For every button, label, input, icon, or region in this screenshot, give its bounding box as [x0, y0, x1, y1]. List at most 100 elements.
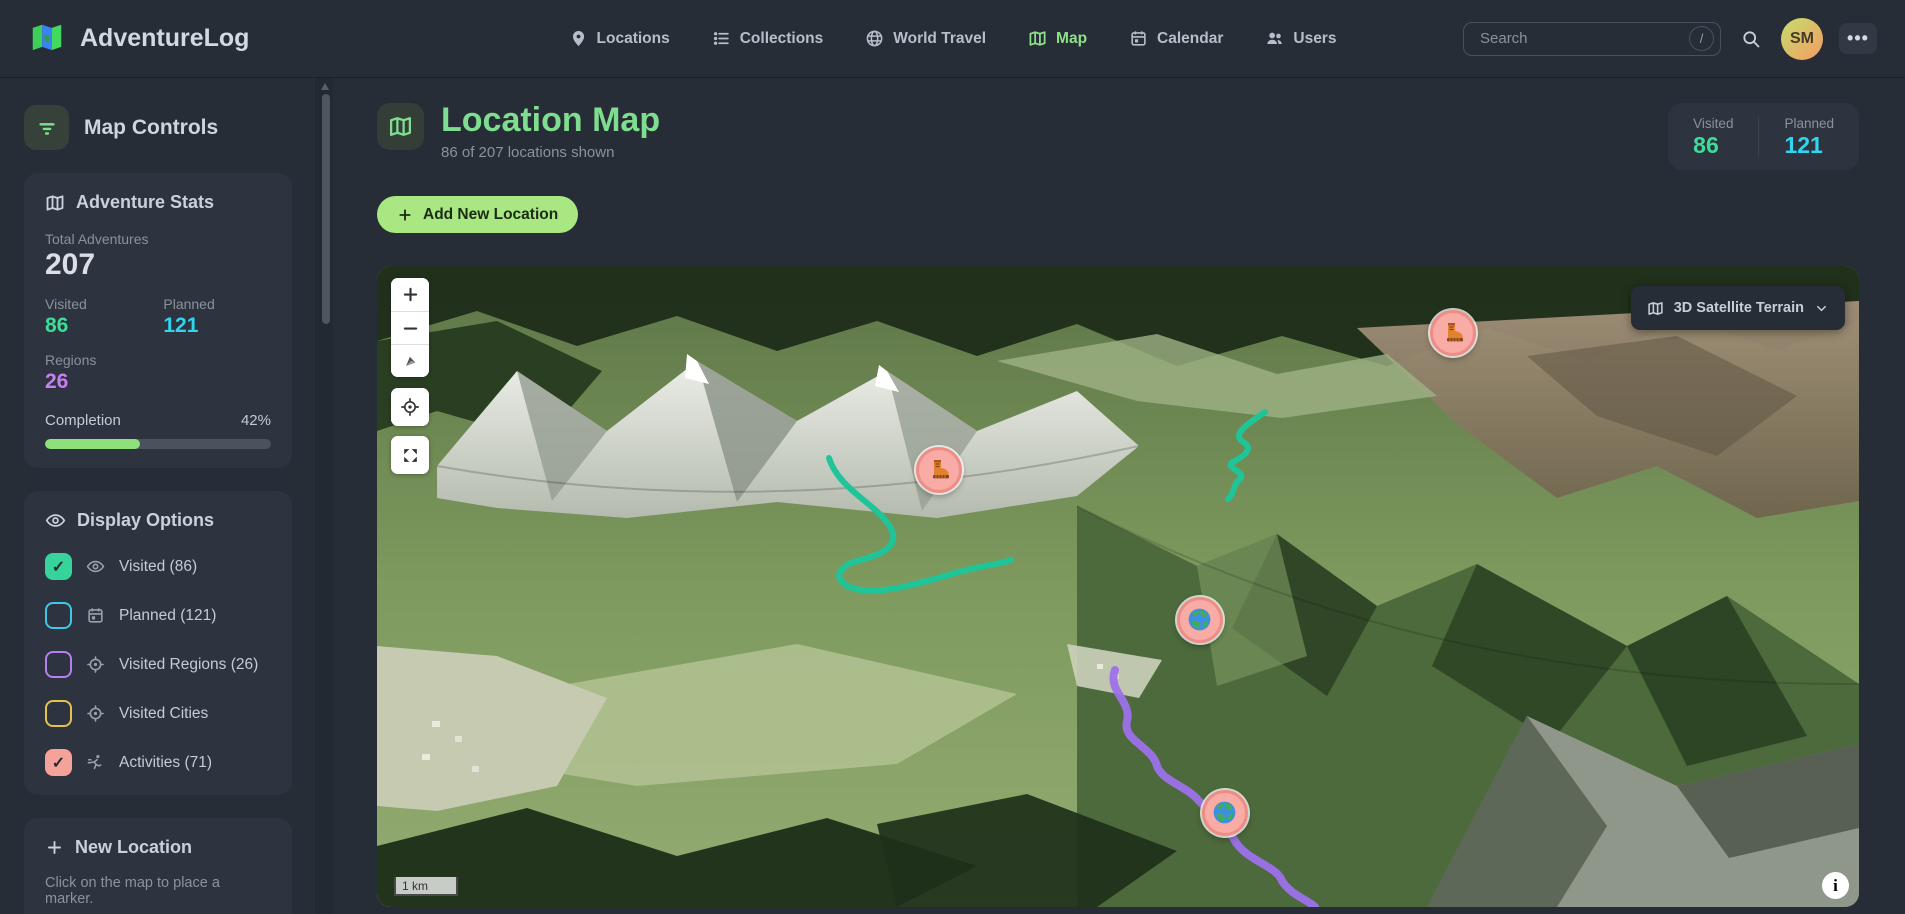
hiking-boot-icon	[926, 457, 952, 483]
map-scale-bar: 1 km	[394, 877, 458, 896]
map-canvas[interactable]: 3D Satellite Terrain 1 km i	[377, 266, 1859, 907]
users-icon	[1265, 29, 1284, 48]
brand[interactable]: AdventureLog	[28, 20, 249, 58]
target-icon	[86, 704, 105, 723]
nav-item-calendar[interactable]: Calendar	[1129, 29, 1223, 48]
nav-item-collections[interactable]: Collections	[712, 29, 824, 48]
new-location-heading: New Location	[45, 837, 271, 858]
nav-item-map[interactable]: Map	[1028, 29, 1087, 48]
eye-icon	[86, 557, 105, 576]
checkbox-visited[interactable]: ✓	[45, 553, 72, 580]
stat-total-adventures: Total Adventures 207	[45, 231, 271, 280]
more-menu-button[interactable]: •••	[1839, 23, 1877, 54]
plus-icon	[397, 207, 413, 223]
search-shortcut-badge: /	[1689, 26, 1714, 51]
map-icon	[45, 193, 65, 213]
hiking-boot-icon	[1440, 320, 1466, 346]
map-mini-stats: Visited 86 Planned 121	[1668, 103, 1859, 170]
checkbox-planned[interactable]	[45, 602, 72, 629]
checkbox-visited-cities[interactable]	[45, 700, 72, 727]
compass-button[interactable]	[391, 344, 429, 377]
zoom-in-button[interactable]	[391, 278, 429, 311]
nav-item-locations[interactable]: Locations	[569, 29, 670, 48]
fullscreen-icon	[401, 446, 420, 465]
display-option-visited[interactable]: ✓ Visited (86)	[45, 553, 271, 580]
adventure-stats-card: Adventure Stats Total Adventures 207 Vis…	[24, 173, 292, 468]
mini-stat-visited: Visited 86	[1668, 116, 1759, 157]
mini-stat-planned: Planned 121	[1759, 116, 1859, 157]
top-navbar: AdventureLog Locations Collections World…	[0, 0, 1905, 78]
runner-icon	[86, 753, 105, 772]
page-title-block: Location Map 86 of 207 locations shown	[377, 103, 660, 161]
target-icon	[86, 655, 105, 674]
sidebar-header: Map Controls	[24, 105, 292, 150]
content-scrollbar[interactable]	[318, 78, 333, 914]
ellipsis-icon: •••	[1847, 28, 1869, 49]
fullscreen-button[interactable]	[391, 436, 429, 474]
geolocate-icon	[400, 397, 420, 417]
globe-icon	[865, 29, 884, 48]
search-box: /	[1463, 22, 1721, 56]
nav-item-users[interactable]: Users	[1265, 29, 1336, 48]
user-avatar[interactable]: SM	[1781, 18, 1823, 60]
checkbox-activities[interactable]: ✓	[45, 749, 72, 776]
map-icon	[377, 103, 424, 150]
fullscreen-control	[391, 436, 429, 474]
compass-icon	[401, 352, 420, 371]
zoom-control-group	[391, 278, 429, 377]
display-options-card: Display Options ✓ Visited (86) Planned (…	[24, 491, 292, 795]
list-icon	[712, 29, 731, 48]
page-title: Location Map	[441, 103, 660, 139]
eye-icon	[45, 510, 66, 531]
search-icon	[1741, 29, 1761, 49]
page-subtitle: 86 of 207 locations shown	[441, 144, 660, 161]
plus-icon	[45, 838, 64, 857]
completion-value: 42%	[241, 412, 271, 429]
search-input[interactable]	[1478, 29, 1681, 48]
display-options-heading: Display Options	[45, 510, 271, 531]
map-marker-location[interactable]	[1177, 597, 1223, 643]
pin-icon	[569, 29, 588, 48]
geolocate-button[interactable]	[391, 388, 429, 426]
completion-progress-fill	[45, 439, 140, 449]
calendar-icon	[1129, 29, 1148, 48]
new-location-hint: Click on the map to place a marker.	[45, 875, 271, 907]
search-button[interactable]	[1737, 25, 1765, 53]
map-marker-activity-hike[interactable]	[916, 447, 962, 493]
stat-regions: Regions 26	[45, 352, 271, 392]
earth-globe-icon	[1211, 799, 1238, 826]
map-terrain	[377, 266, 1859, 907]
info-icon: i	[1833, 876, 1838, 896]
nav-item-world-travel[interactable]: World Travel	[865, 29, 986, 48]
zoom-out-button[interactable]	[391, 311, 429, 344]
add-new-location-button[interactable]: Add New Location	[377, 196, 578, 233]
display-option-planned[interactable]: Planned (121)	[45, 602, 271, 629]
earth-globe-icon	[1186, 606, 1213, 633]
completion-row: Completion 42%	[45, 412, 271, 429]
main-navigation: Locations Collections World Travel Map C…	[569, 29, 1337, 48]
adventurelog-logo-icon	[28, 20, 66, 58]
scrollbar-thumb[interactable]	[322, 94, 330, 324]
app-title: AdventureLog	[80, 24, 249, 53]
scroll-up-arrow-icon[interactable]	[321, 83, 329, 90]
map-style-selector[interactable]: 3D Satellite Terrain	[1631, 286, 1845, 330]
navbar-actions: / SM •••	[1463, 18, 1877, 60]
calendar-icon	[86, 606, 105, 625]
stat-planned: Planned 121	[163, 296, 271, 336]
map-icon	[1647, 300, 1664, 317]
minus-icon	[402, 320, 419, 337]
checkbox-visited-regions[interactable]	[45, 651, 72, 678]
stat-visited: Visited 86	[45, 296, 163, 336]
geolocate-control	[391, 388, 429, 426]
display-option-visited-cities[interactable]: Visited Cities	[45, 700, 271, 727]
attribution-info-button[interactable]: i	[1822, 872, 1849, 899]
map-marker-location[interactable]	[1202, 790, 1248, 836]
map-marker-activity-hike[interactable]	[1430, 310, 1476, 356]
completion-progress	[45, 439, 271, 449]
main-content: Location Map 86 of 207 locations shown V…	[333, 78, 1905, 914]
sidebar-map-controls: Map Controls Adventure Stats Total Adven…	[0, 78, 317, 914]
display-option-activities[interactable]: ✓ Activities (71)	[45, 749, 271, 776]
new-location-card: New Location Click on the map to place a…	[24, 818, 292, 914]
display-option-visited-regions[interactable]: Visited Regions (26)	[45, 651, 271, 678]
filter-icon	[24, 105, 69, 150]
